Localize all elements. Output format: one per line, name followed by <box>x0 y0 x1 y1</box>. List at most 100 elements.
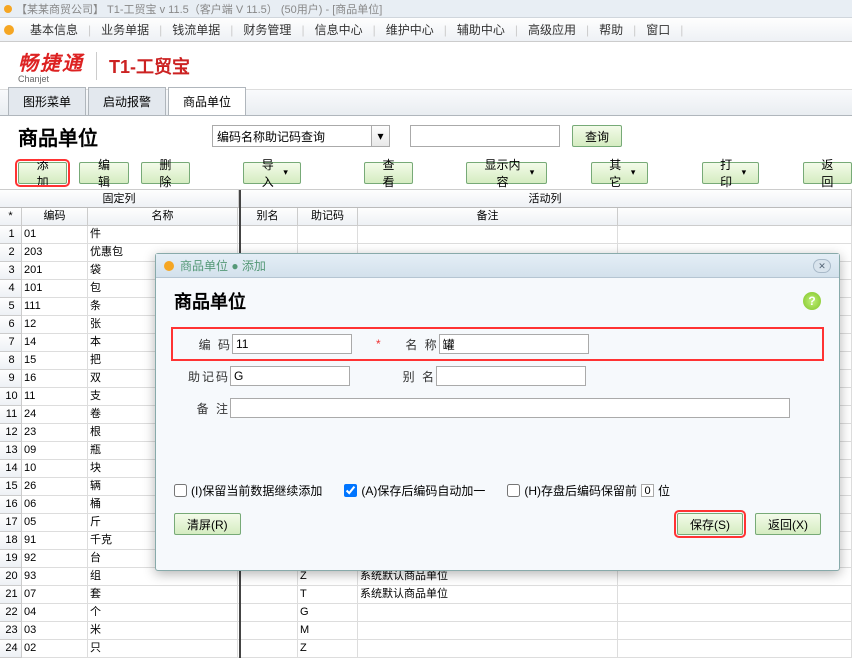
menu-basic[interactable]: 基本信息 <box>20 21 88 38</box>
cell-code: 02 <box>22 640 88 658</box>
col-extra <box>618 208 852 226</box>
row-num: 11 <box>0 406 22 424</box>
cell-extra <box>618 640 852 658</box>
cell-mnem <box>298 226 358 244</box>
menu-cash[interactable]: 钱流单据 <box>162 21 230 38</box>
table-row[interactable]: 2204个G <box>0 604 852 622</box>
display-button[interactable]: 显示内容 <box>466 162 547 184</box>
cell-code: 12 <box>22 316 88 334</box>
print-button[interactable]: 打印 <box>702 162 760 184</box>
dialog-back-button[interactable]: 返回(X) <box>755 513 821 535</box>
chk-keep-data[interactable]: (I)保留当前数据继续添加 <box>174 482 322 499</box>
view-button[interactable]: 查看 <box>364 162 413 184</box>
row-num: 6 <box>0 316 22 334</box>
checkbox-row: (I)保留当前数据继续添加 (A)保存后编码自动加一 (H)存盘后编码保留前位 <box>174 482 821 499</box>
search-button[interactable]: 查询 <box>572 125 622 147</box>
row-num: 9 <box>0 370 22 388</box>
required-star: * <box>376 337 381 351</box>
menu-maintain[interactable]: 维护中心 <box>376 21 444 38</box>
row-num: 15 <box>0 478 22 496</box>
alias-input[interactable] <box>436 366 586 386</box>
dialog-titlebar[interactable]: 商品单位 ● 添加 ✕ <box>156 254 839 278</box>
row-num: 1 <box>0 226 22 244</box>
cell-mnem: T <box>298 586 358 604</box>
column-headers: * 编码 名称 别名 助记码 备注 <box>0 208 852 226</box>
chk-keep-prefix-box[interactable] <box>507 484 520 497</box>
code-name-row: 编 码 * 名 称 <box>174 330 821 358</box>
table-row[interactable]: 2402只Z <box>0 640 852 658</box>
cell-code: 111 <box>22 298 88 316</box>
col-code[interactable]: 编码 <box>22 208 88 226</box>
add-button[interactable]: 添加 <box>18 162 67 184</box>
dialog-title: 商品单位 ● 添加 <box>180 257 266 274</box>
cell-remark: 系统默认商品单位 <box>358 586 618 604</box>
clear-button[interactable]: 清屏(R) <box>174 513 241 535</box>
row-num: 16 <box>0 496 22 514</box>
logo-text: 畅捷通 <box>18 47 84 76</box>
cell-alias <box>238 640 298 658</box>
save-button[interactable]: 保存(S) <box>677 513 743 535</box>
import-button[interactable]: 导入 <box>243 162 301 184</box>
search-input[interactable] <box>410 125 560 147</box>
cell-code: 26 <box>22 478 88 496</box>
chk-keep-data-box[interactable] <box>174 484 187 497</box>
row-num: 5 <box>0 298 22 316</box>
col-alias[interactable]: 别名 <box>238 208 298 226</box>
table-row[interactable]: 2107套T系统默认商品单位 <box>0 586 852 604</box>
col-mnem[interactable]: 助记码 <box>298 208 358 226</box>
cell-extra <box>618 586 852 604</box>
name-input[interactable] <box>439 334 589 354</box>
label-name: 名 称 <box>383 336 439 353</box>
cell-code: 03 <box>22 622 88 640</box>
active-col-label: 活动列 <box>239 190 852 207</box>
menu-assist[interactable]: 辅助中心 <box>447 21 515 38</box>
combo-drop-icon[interactable]: ▾ <box>372 125 390 147</box>
col-star[interactable]: * <box>0 208 22 226</box>
chk-keep-prefix[interactable]: (H)存盘后编码保留前位 <box>507 482 670 499</box>
cell-code: 201 <box>22 262 88 280</box>
prefix-spin[interactable] <box>641 484 654 497</box>
menu-advanced[interactable]: 高级应用 <box>518 21 586 38</box>
code-input[interactable] <box>232 334 352 354</box>
remark-input[interactable] <box>230 398 790 418</box>
page-header: 商品单位 ▾ 查询 <box>0 116 852 156</box>
menu-business[interactable]: 业务单据 <box>91 21 159 38</box>
logo-divider <box>96 52 97 80</box>
col-name[interactable]: 名称 <box>88 208 238 226</box>
cell-code: 23 <box>22 424 88 442</box>
cell-alias <box>238 604 298 622</box>
table-row[interactable]: 2303米M <box>0 622 852 640</box>
dialog-buttons: 清屏(R) 保存(S) 返回(X) <box>174 513 821 535</box>
main-menubar: 基本信息| 业务单据| 钱流单据| 财务管理| 信息中心| 维护中心| 辅助中心… <box>0 18 852 42</box>
cell-extra <box>618 604 852 622</box>
tab-graph[interactable]: 图形菜单 <box>8 87 86 115</box>
chk-auto-inc-box[interactable] <box>344 484 357 497</box>
tab-unit[interactable]: 商品单位 <box>168 87 246 115</box>
edit-button[interactable]: 编辑 <box>79 162 128 184</box>
search-combo[interactable]: ▾ <box>212 125 390 147</box>
cell-code: 16 <box>22 370 88 388</box>
row-num: 23 <box>0 622 22 640</box>
other-button[interactable]: 其它 <box>591 162 649 184</box>
menu-window[interactable]: 窗口 <box>636 21 680 38</box>
tab-alarm[interactable]: 启动报警 <box>88 87 166 115</box>
menu-help[interactable]: 帮助 <box>589 21 633 38</box>
chk-auto-inc[interactable]: (A)保存后编码自动加一 <box>344 482 485 499</box>
mnem-input[interactable] <box>230 366 350 386</box>
cell-extra <box>618 622 852 640</box>
cell-code: 09 <box>22 442 88 460</box>
row-num: 8 <box>0 352 22 370</box>
table-row[interactable]: 101件 <box>0 226 852 244</box>
back-button[interactable]: 返回 <box>803 162 852 184</box>
cell-name: 件 <box>88 226 238 244</box>
cell-name: 只 <box>88 640 238 658</box>
close-icon[interactable]: ✕ <box>813 259 831 273</box>
delete-button[interactable]: 删除 <box>141 162 190 184</box>
menu-finance[interactable]: 财务管理 <box>233 21 301 38</box>
help-icon[interactable]: ? <box>803 292 821 310</box>
row-num: 20 <box>0 568 22 586</box>
col-remark[interactable]: 备注 <box>358 208 618 226</box>
menu-info[interactable]: 信息中心 <box>305 21 373 38</box>
search-combo-input[interactable] <box>212 125 372 147</box>
logo-row: 畅捷通 Chanjet T1-工贸宝 <box>0 42 852 90</box>
